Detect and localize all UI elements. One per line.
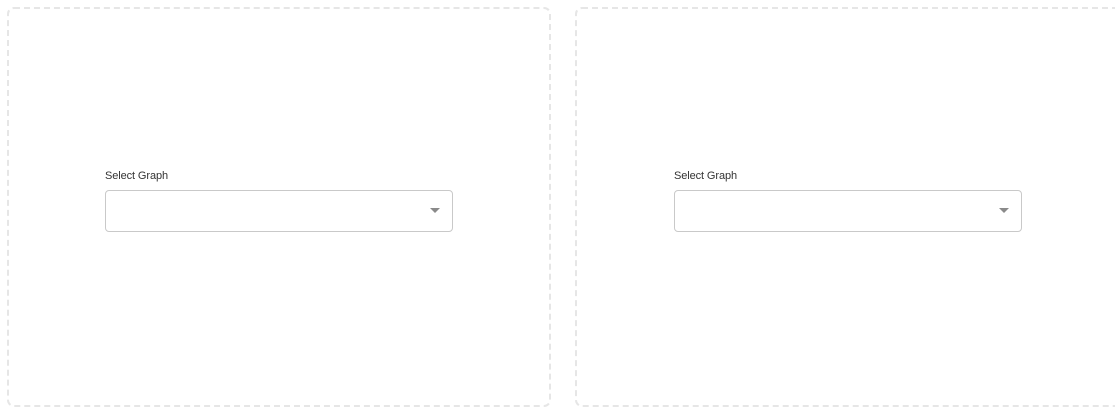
select-graph-label: Select Graph [105,170,169,182]
select-graph-dropdown[interactable] [105,190,453,232]
graph-select-field: Select Graph [105,169,453,232]
select-graph-dropdown[interactable] [674,190,1022,232]
select-graph-label: Select Graph [674,170,738,182]
graph-panel-left: Select Graph [7,7,551,407]
caret-down-icon[interactable] [999,208,1009,213]
caret-down-icon[interactable] [430,208,440,213]
graph-panel-right: Select Graph [575,7,1115,407]
graph-select-field: Select Graph [674,169,1022,232]
